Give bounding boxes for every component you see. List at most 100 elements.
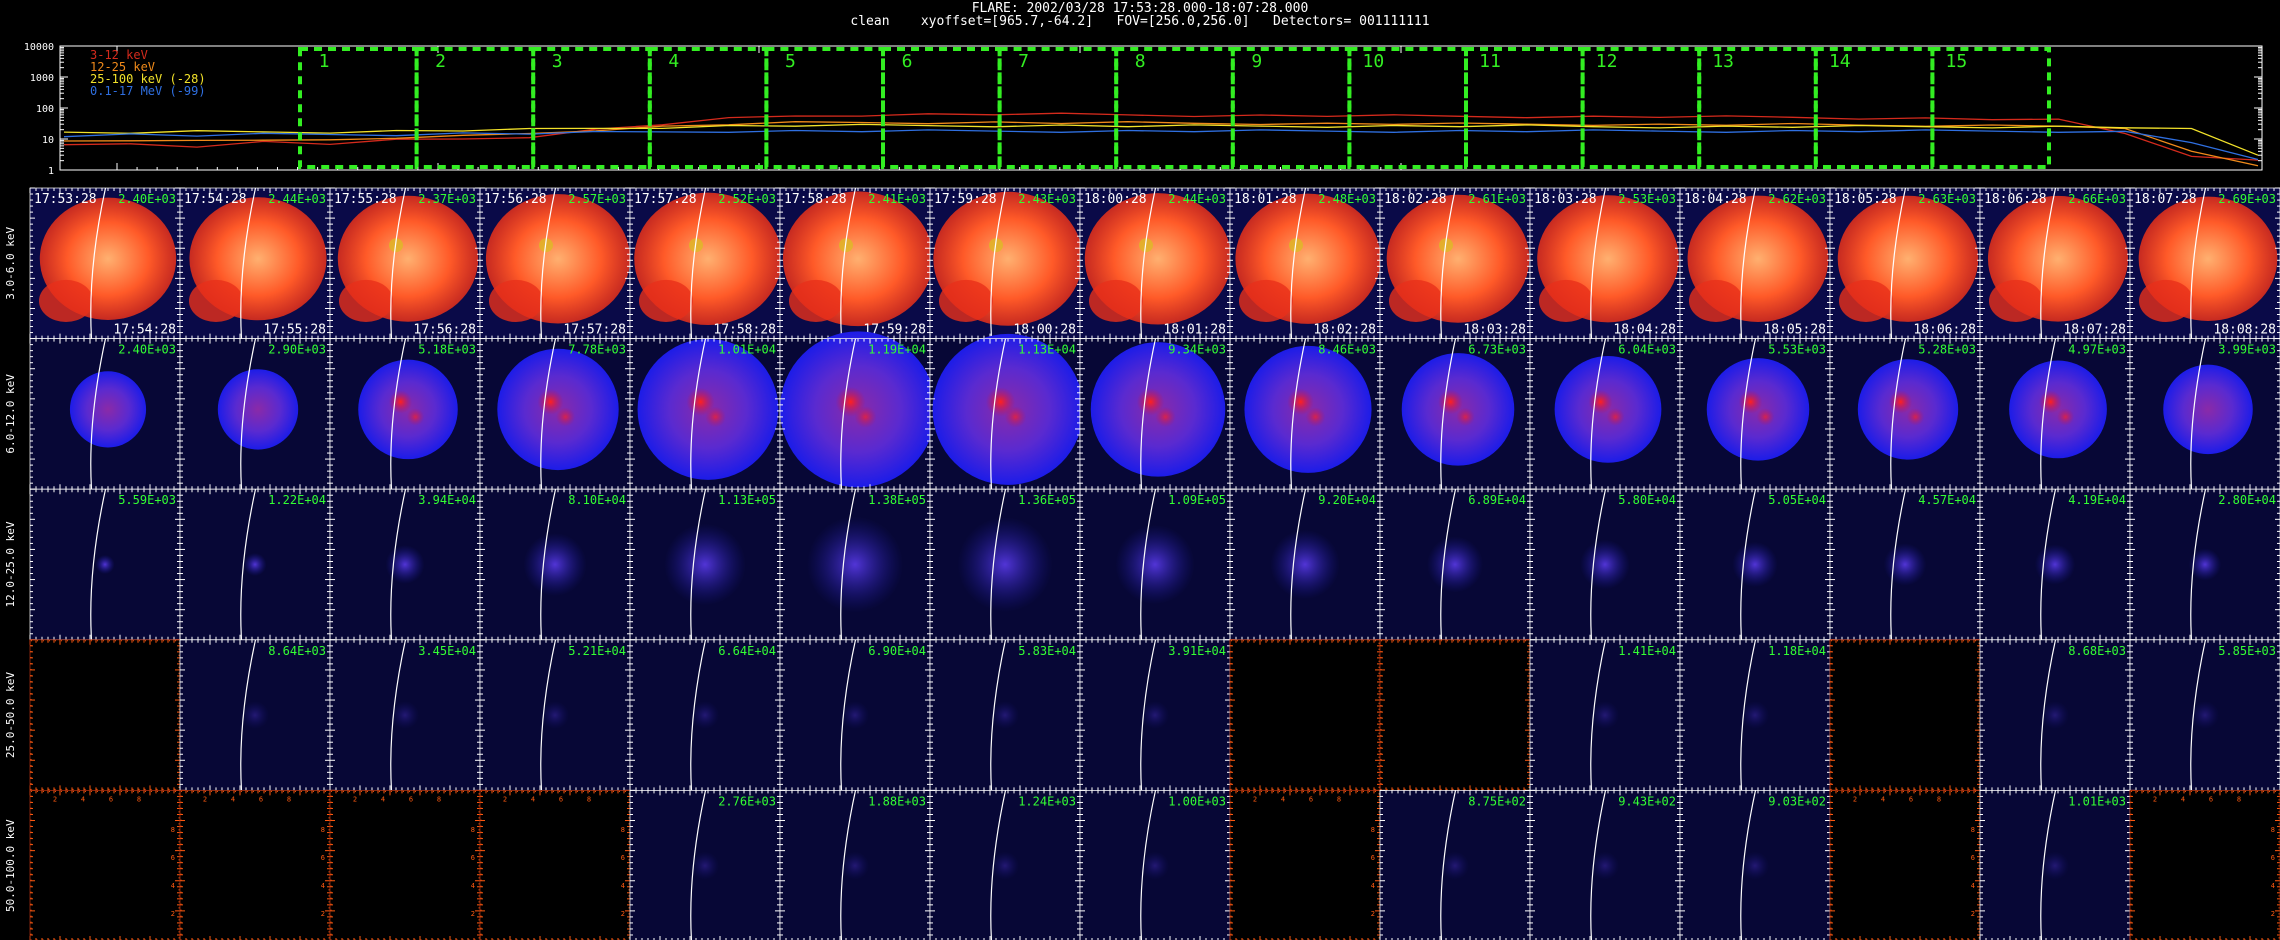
start-time: 17:54:28 [184, 192, 247, 207]
source-blob [957, 517, 1053, 612]
image-cell: 2.61E+0318:02:2818:03:2811 [1379, 187, 1542, 340]
image-cell: 3.99E+03 [2129, 338, 2280, 490]
start-time: 17:58:28 [784, 192, 847, 207]
max-value: 5.18E+03 [418, 343, 476, 357]
source-blob [523, 533, 587, 596]
image-cell: 8.10E+04 [479, 488, 631, 641]
end-time: 18:00:28 [1013, 323, 1076, 338]
max-value: 2.62E+03 [1768, 192, 1826, 206]
hot-spot [388, 390, 413, 414]
thermal-blob [1839, 279, 1893, 323]
hot-spot [1738, 390, 1763, 414]
image-cell: 9.20E+04 [1229, 488, 1381, 641]
source-blob [1427, 536, 1483, 593]
hot-spot [1906, 408, 1925, 426]
max-value: 8.46E+03 [1318, 343, 1376, 357]
thermal-blob [189, 279, 243, 323]
max-value: 6.89E+04 [1468, 493, 1526, 507]
end-time: 18:04:28 [1613, 323, 1676, 338]
max-value: 2.40E+03 [118, 343, 176, 357]
start-time: 18:00:28 [1084, 192, 1147, 207]
source-blob [95, 554, 115, 575]
image-cell: 6.73E+03 [1379, 338, 1531, 490]
max-value: 1.19E+04 [868, 343, 926, 357]
start-time: 17:57:28 [634, 192, 697, 207]
hot-spot [1888, 390, 1913, 414]
max-value: 2.37E+03 [418, 192, 476, 206]
source-blob [1883, 543, 1927, 586]
image-cell: 2.40E+0317:53:2817:54:282 [29, 187, 186, 340]
start-time: 18:07:28 [2134, 192, 2197, 207]
end-time: 17:54:28 [113, 323, 176, 338]
hot-spot [2056, 408, 2075, 426]
image-cell: 2.90E+03 [179, 338, 331, 490]
max-value: 2.90E+03 [268, 343, 326, 357]
image-cell: 1.13E+05 [629, 488, 781, 641]
image-cell: 2.66E+0318:06:2818:07:2815 [1979, 187, 2142, 340]
max-value: 4.57E+04 [1918, 493, 1976, 507]
end-time: 18:06:28 [1913, 323, 1976, 338]
source-disk [217, 369, 299, 450]
image-cell: 5.59E+03 [29, 488, 181, 641]
image-grid: 3.0-6.0 keV 6.0-12.0 keV 12.0-25.0 keV 25.0… [4, 187, 2280, 940]
image-cell: 4.97E+03 [1979, 338, 2131, 490]
image-cell: 5.53E+03 [1679, 338, 1831, 490]
start-time: 18:01:28 [1234, 192, 1297, 207]
image-cell: 2.69E+03 18:07:28 18:08:28 [2129, 187, 2280, 340]
image-cell: 1.09E+05 [1079, 488, 1231, 641]
image-cell: 5.18E+03 [329, 338, 481, 490]
end-time: 18:03:28 [1463, 323, 1526, 338]
image-cell: 1.19E+04 [779, 331, 936, 490]
image-cell: 8.46E+03 [1229, 338, 1381, 490]
start-time: 18:03:28 [1534, 192, 1597, 207]
row-label: 6.0-12.0 keV [4, 374, 17, 454]
thermal-blob [1539, 279, 1593, 323]
thermal-blob [339, 279, 393, 323]
max-value: 5.05E+04 [1768, 493, 1826, 507]
max-value: 1.22E+04 [268, 493, 326, 507]
hot-spot [2038, 390, 2063, 414]
max-value: 2.63E+03 [1918, 192, 1976, 206]
max-value: 5.53E+03 [1768, 343, 1826, 357]
max-value: 2.66E+03 [2068, 192, 2126, 206]
thermal-blob [1689, 279, 1743, 323]
start-time: 18:02:28 [1384, 192, 1447, 207]
image-cell: 2.48E+0318:01:2818:02:2810 [1229, 187, 1392, 340]
hot-spot [1155, 406, 1176, 428]
max-value: 9.20E+04 [1318, 493, 1376, 507]
end-time: 18:01:28 [1163, 323, 1226, 338]
image-cell: 2.52E+0317:57:2817:58:286 [629, 187, 786, 340]
image-cell: 1.38E+05 [779, 488, 931, 641]
max-value: 9.34E+03 [1168, 343, 1226, 357]
max-value: 2.44E+03 [268, 192, 326, 206]
image-cell: 2.41E+0317:58:2817:59:287 [779, 187, 936, 340]
hot-spot [705, 406, 726, 428]
source-disk [69, 371, 147, 448]
hot-spot [1456, 407, 1475, 427]
end-time: 17:55:28 [263, 323, 326, 338]
image-cell: 4.57E+04 [1829, 488, 1981, 641]
max-value: 2.48E+03 [1318, 192, 1376, 206]
thermal-blob [789, 279, 843, 323]
source-blob [664, 523, 746, 606]
image-cell: 5.05E+04 [1679, 488, 1831, 641]
max-value: 2.44E+03 [1168, 192, 1226, 206]
max-value: 1.36E+05 [1018, 493, 1076, 507]
image-cell: 1.22E+04 [179, 488, 331, 641]
end-time: 18:07:28 [2063, 323, 2126, 338]
hot-spot [555, 407, 576, 427]
max-value: 1.09E+05 [1168, 493, 1226, 507]
start-time: 18:06:28 [1984, 192, 2047, 207]
image-cell: 2.44E+0318:00:2818:01:289 [1079, 187, 1236, 340]
max-value: 1.13E+05 [718, 493, 776, 507]
source-blob [1115, 524, 1195, 605]
max-value: 1.38E+05 [868, 493, 926, 507]
max-value: 5.28E+03 [1918, 343, 1976, 357]
thermal-blob [639, 279, 693, 323]
end-time: 17:57:28 [563, 323, 626, 338]
max-value: 2.61E+03 [1468, 192, 1526, 206]
image-cell: 5.28E+03 [1829, 338, 1981, 490]
max-value: 3.94E+04 [418, 493, 476, 507]
thermal-blob [39, 279, 93, 323]
thermal-blob [1089, 279, 1143, 323]
